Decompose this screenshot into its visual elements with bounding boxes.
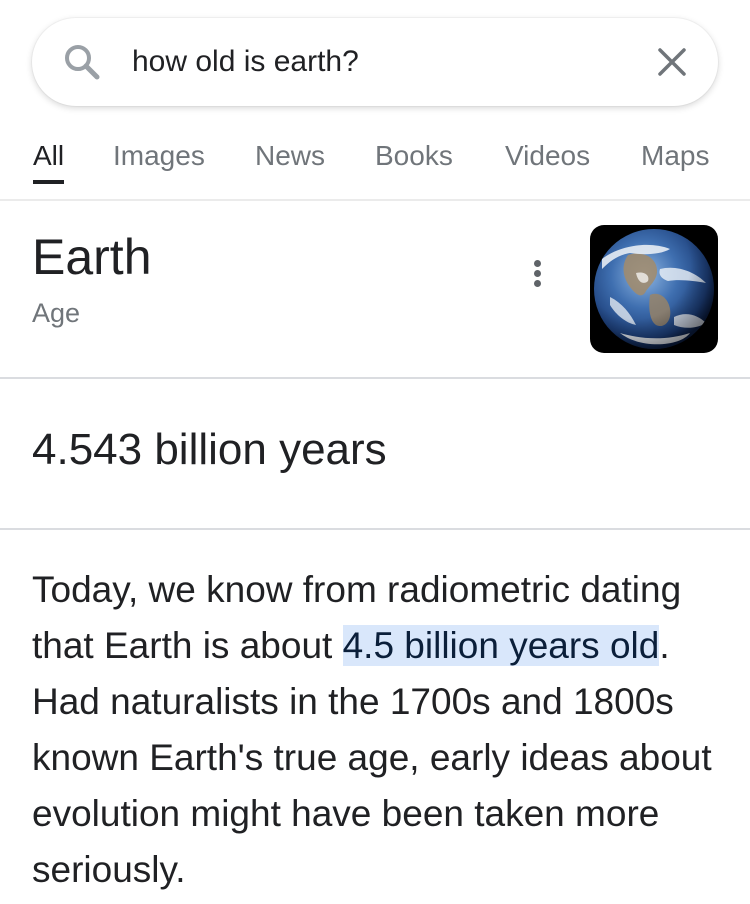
tab-news[interactable]: News — [255, 140, 325, 172]
more-vert-icon[interactable] — [522, 250, 554, 296]
tab-videos[interactable]: Videos — [505, 140, 590, 172]
entity-subtitle: Age — [32, 298, 81, 328]
entity-title: Earth — [32, 229, 152, 285]
section-divider — [0, 528, 750, 530]
tabs-divider — [0, 199, 750, 201]
tab-maps[interactable]: Maps — [641, 140, 709, 172]
close-icon[interactable] — [652, 42, 692, 82]
active-tab-indicator — [33, 180, 64, 184]
search-icon[interactable] — [60, 40, 104, 84]
search-input[interactable] — [132, 40, 632, 84]
tab-all[interactable]: All — [33, 140, 64, 172]
description-snippet: Today, we know from radiometric dating t… — [32, 562, 732, 898]
search-tabs: All Images News Books Videos Maps — [0, 130, 750, 192]
answer-value: 4.543 billion years — [32, 425, 387, 474]
tab-books[interactable]: Books — [375, 140, 453, 172]
earth-image[interactable] — [590, 225, 718, 353]
tab-images[interactable]: Images — [113, 140, 205, 172]
highlighted-answer: 4.5 billion years old — [342, 625, 660, 666]
section-divider — [0, 377, 750, 379]
search-bar[interactable] — [32, 18, 718, 106]
